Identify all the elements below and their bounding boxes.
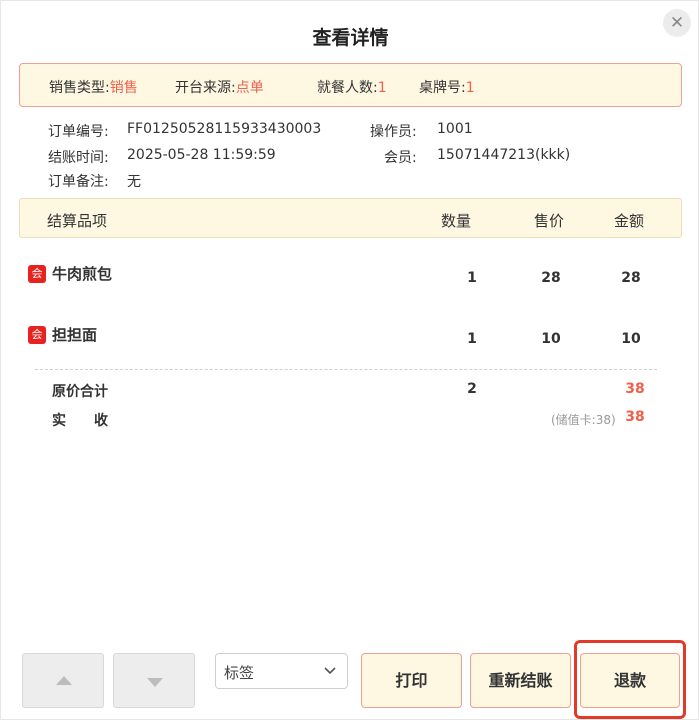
arrow-up-icon [56, 676, 72, 685]
refund-highlight [574, 640, 686, 719]
remark-value: 无 [127, 174, 141, 190]
order-no-value: FF01250528115933430003 [127, 121, 322, 137]
header-qty: 数量 [441, 212, 472, 230]
print-type-select[interactable]: 标签 [215, 653, 348, 689]
product-amount: 28 [621, 270, 641, 286]
order-source: 开台来源:点单 [175, 77, 264, 97]
select-value: 标签 [224, 664, 255, 682]
original-total-qty: 2 [467, 381, 477, 397]
member-value: 15071447213(kkk) [437, 147, 571, 163]
summary-divider [35, 369, 657, 370]
source-label: 开台来源: [175, 80, 236, 96]
print-button[interactable]: 打印 [361, 653, 462, 708]
sale-type-label: 销售类型: [49, 80, 110, 96]
table-value: 1 [465, 80, 475, 96]
table-label: 桌牌号: [419, 80, 466, 96]
remark-label: 订单备注: [48, 174, 109, 190]
guests-value: 1 [377, 80, 387, 96]
original-total-label: 原价合计 [52, 384, 108, 400]
scroll-down-button[interactable] [113, 653, 195, 708]
original-total-amount: 38 [625, 381, 645, 397]
items-table-header: 结算品项 数量 售价 金额 [19, 198, 682, 238]
checkout-time-label: 结账时间: [48, 150, 109, 166]
source-value: 点单 [235, 80, 264, 96]
close-icon[interactable]: ✕ [663, 9, 691, 37]
recheckout-button[interactable]: 重新结账 [470, 653, 571, 708]
dialog-title: 查看详情 [312, 27, 389, 49]
order-no-label: 订单编号: [48, 124, 109, 140]
table-number: 桌牌号:1 [419, 77, 475, 97]
chevron-down-icon [324, 667, 336, 675]
checkout-time-value: 2025-05-28 11:59:59 [127, 147, 276, 163]
product-name: 牛肉煎包 [52, 265, 113, 283]
sale-type: 销售类型:销售 [49, 77, 138, 97]
product-qty: 1 [467, 270, 477, 286]
received-amount: 38 [625, 409, 645, 425]
product-amount: 10 [621, 331, 641, 347]
guest-count: 就餐人数:1 [317, 77, 387, 97]
order-detail-dialog: 查看详情 ✕ 销售类型:销售 开台来源:点单 就餐人数:1 桌牌号:1 订单编号… [0, 0, 699, 720]
header-price: 售价 [534, 212, 565, 230]
product-price: 10 [541, 331, 561, 347]
received-label: 实 收 [52, 413, 108, 429]
member-label: 会员: [384, 150, 417, 166]
product-name: 担担面 [52, 326, 98, 344]
arrow-down-icon [147, 678, 163, 687]
product-price: 28 [541, 270, 561, 286]
scroll-up-button[interactable] [22, 653, 104, 708]
member-badge-icon: 会 [28, 326, 46, 344]
header-amount: 金额 [614, 212, 645, 230]
operator-value: 1001 [437, 121, 473, 137]
table-row[interactable]: 会 担担面 1 10 10 [19, 324, 682, 354]
operator-label: 操作员: [370, 124, 417, 140]
header-item: 结算品项 [47, 212, 108, 230]
sale-type-value: 销售 [109, 80, 138, 96]
product-qty: 1 [467, 331, 477, 347]
guests-label: 就餐人数: [317, 80, 378, 96]
table-row[interactable]: 会 牛肉煎包 1 28 28 [19, 263, 682, 293]
member-badge-icon: 会 [28, 265, 46, 283]
order-info-banner: 销售类型:销售 开台来源:点单 就餐人数:1 桌牌号:1 [19, 63, 682, 107]
